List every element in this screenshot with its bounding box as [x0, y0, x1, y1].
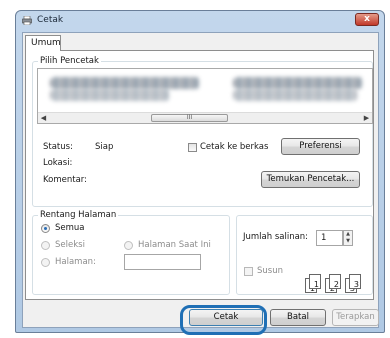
printer-item-blurred[interactable]	[233, 77, 363, 89]
copies-value: 1	[321, 233, 327, 243]
scroll-left-icon[interactable]: ◀	[38, 113, 49, 123]
dialog-client-area: Umum Pilih Pencetak ◀ III ▶ Status: Siap…	[22, 32, 379, 328]
printer-icon	[22, 16, 32, 25]
collate-checkbox[interactable]	[244, 267, 253, 276]
copies-label: Jumlah salinan:	[243, 232, 309, 242]
range-pages-label[interactable]: Halaman:	[55, 257, 96, 267]
range-current-page-radio[interactable]	[124, 241, 133, 250]
comment-label: Komentar:	[43, 175, 87, 185]
range-all-radio[interactable]	[41, 224, 50, 233]
print-to-file-checkbox[interactable]	[188, 143, 197, 152]
status-value: Siap	[95, 142, 114, 152]
find-printer-button[interactable]: Temukan Pencetak...	[261, 171, 360, 188]
range-current-page-label[interactable]: Halaman Saat Ini	[138, 240, 211, 250]
printer-list[interactable]: ◀ III ▶	[37, 68, 373, 124]
collate-page-icon: 1	[309, 274, 321, 289]
range-pages-radio[interactable]	[41, 258, 50, 267]
print-to-file-label[interactable]: Cetak ke berkas	[200, 142, 268, 152]
printer-select-group: Pilih Pencetak ◀ III ▶ Status: Siap Loka…	[32, 56, 373, 207]
copies-input[interactable]: 1	[316, 230, 343, 246]
range-selection-radio[interactable]	[41, 241, 50, 250]
apply-button[interactable]: Terapkan	[332, 309, 379, 326]
collate-label[interactable]: Susun	[257, 266, 283, 276]
cancel-button[interactable]: Batal	[270, 309, 326, 326]
tab-general[interactable]: Umum	[25, 35, 61, 51]
status-label: Status:	[43, 142, 73, 152]
printer-item-blurred[interactable]	[50, 89, 170, 101]
close-button[interactable]: x	[355, 13, 379, 26]
general-tab-panel: Pilih Pencetak ◀ III ▶ Status: Siap Loka…	[25, 50, 374, 300]
page-range-title: Rentang Halaman	[38, 210, 119, 220]
range-all-label[interactable]: Semua	[55, 223, 85, 233]
page-range-input[interactable]	[124, 254, 201, 270]
title-bar: Cetak x	[16, 11, 384, 31]
print-dialog: Cetak x Umum Pilih Pencetak ◀ III ▶ Stat…	[15, 10, 385, 333]
collate-page-icon: 3	[349, 274, 361, 289]
copies-spinner[interactable]: ▲ ▼	[343, 230, 353, 246]
printer-item-blurred[interactable]	[233, 89, 358, 101]
page-range-group: Rentang Halaman Semua Seleksi Halaman Sa…	[32, 210, 230, 295]
range-selection-label[interactable]: Seleksi	[55, 240, 85, 250]
print-button-highlight	[180, 305, 267, 335]
printer-item-blurred[interactable]	[50, 77, 200, 89]
scroll-right-icon[interactable]: ▶	[361, 113, 372, 123]
location-label: Lokasi:	[43, 158, 73, 168]
collate-page-icon: 2	[329, 274, 341, 289]
spin-down-icon[interactable]: ▼	[344, 238, 352, 245]
preferences-button[interactable]: Preferensi	[281, 138, 360, 155]
scroll-thumb[interactable]: III	[151, 114, 228, 122]
spin-up-icon[interactable]: ▲	[344, 231, 352, 238]
horizontal-scrollbar[interactable]: ◀ III ▶	[38, 112, 372, 123]
printer-group-title: Pilih Pencetak	[38, 56, 101, 66]
window-title: Cetak	[37, 15, 64, 25]
